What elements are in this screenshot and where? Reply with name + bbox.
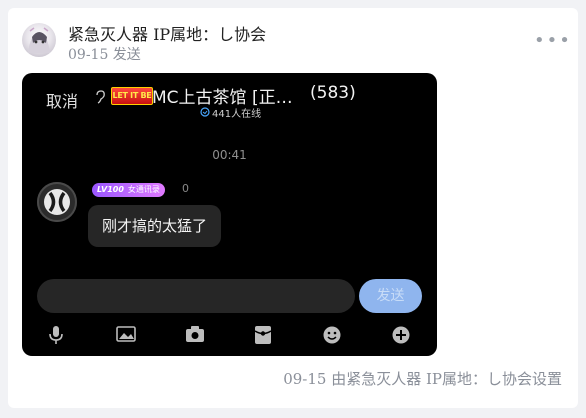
plus-icon[interactable] bbox=[391, 325, 411, 345]
post-footer: 09-15 由紧急灭人器 IP属地：し协会设置 bbox=[283, 370, 562, 388]
author-name[interactable]: 紧急灭人器 IP属地：し协会 bbox=[68, 21, 266, 45]
member-count: (583) bbox=[310, 83, 356, 103]
group-badge: LET IT BE bbox=[111, 87, 153, 105]
red-packet-icon[interactable] bbox=[254, 325, 272, 345]
post-date: 09-15 发送 bbox=[68, 47, 141, 63]
online-status-icon bbox=[200, 107, 210, 117]
member-title: 女通讯录 bbox=[127, 185, 160, 194]
author-avatar[interactable] bbox=[22, 23, 56, 57]
post-card: 紧急灭人器 IP属地：し协会 09-15 发送 ••• 取消 LET IT BE… bbox=[8, 8, 578, 408]
message-time: 00:41 bbox=[212, 148, 247, 162]
level-text: LV100 bbox=[97, 185, 124, 194]
more-options-icon[interactable]: ••• bbox=[534, 32, 572, 50]
chat-screenshot[interactable]: 取消 LET IT BE MC上古茶馆 [正… (583) 441人在线 00:… bbox=[22, 73, 437, 356]
emoji-icon[interactable] bbox=[322, 325, 342, 345]
ear-icon bbox=[96, 90, 105, 104]
sender-avatar-logo bbox=[37, 182, 77, 222]
avatar-illustration bbox=[28, 27, 50, 53]
send-button[interactable]: 发送 bbox=[359, 279, 422, 313]
image-icon[interactable] bbox=[116, 325, 136, 343]
cancel-button[interactable]: 取消 bbox=[46, 88, 78, 112]
online-count: 441人在线 bbox=[212, 109, 262, 120]
sender-avatar[interactable] bbox=[37, 182, 77, 222]
message-input[interactable] bbox=[37, 279, 355, 313]
camera-icon[interactable] bbox=[185, 325, 205, 343]
message-bubble[interactable]: 刚才搞的太猛了 bbox=[88, 205, 222, 247]
level-badge: LV100 女通讯录 bbox=[92, 183, 165, 197]
microphone-icon[interactable] bbox=[48, 325, 64, 345]
sender-name: 0 bbox=[182, 182, 189, 195]
